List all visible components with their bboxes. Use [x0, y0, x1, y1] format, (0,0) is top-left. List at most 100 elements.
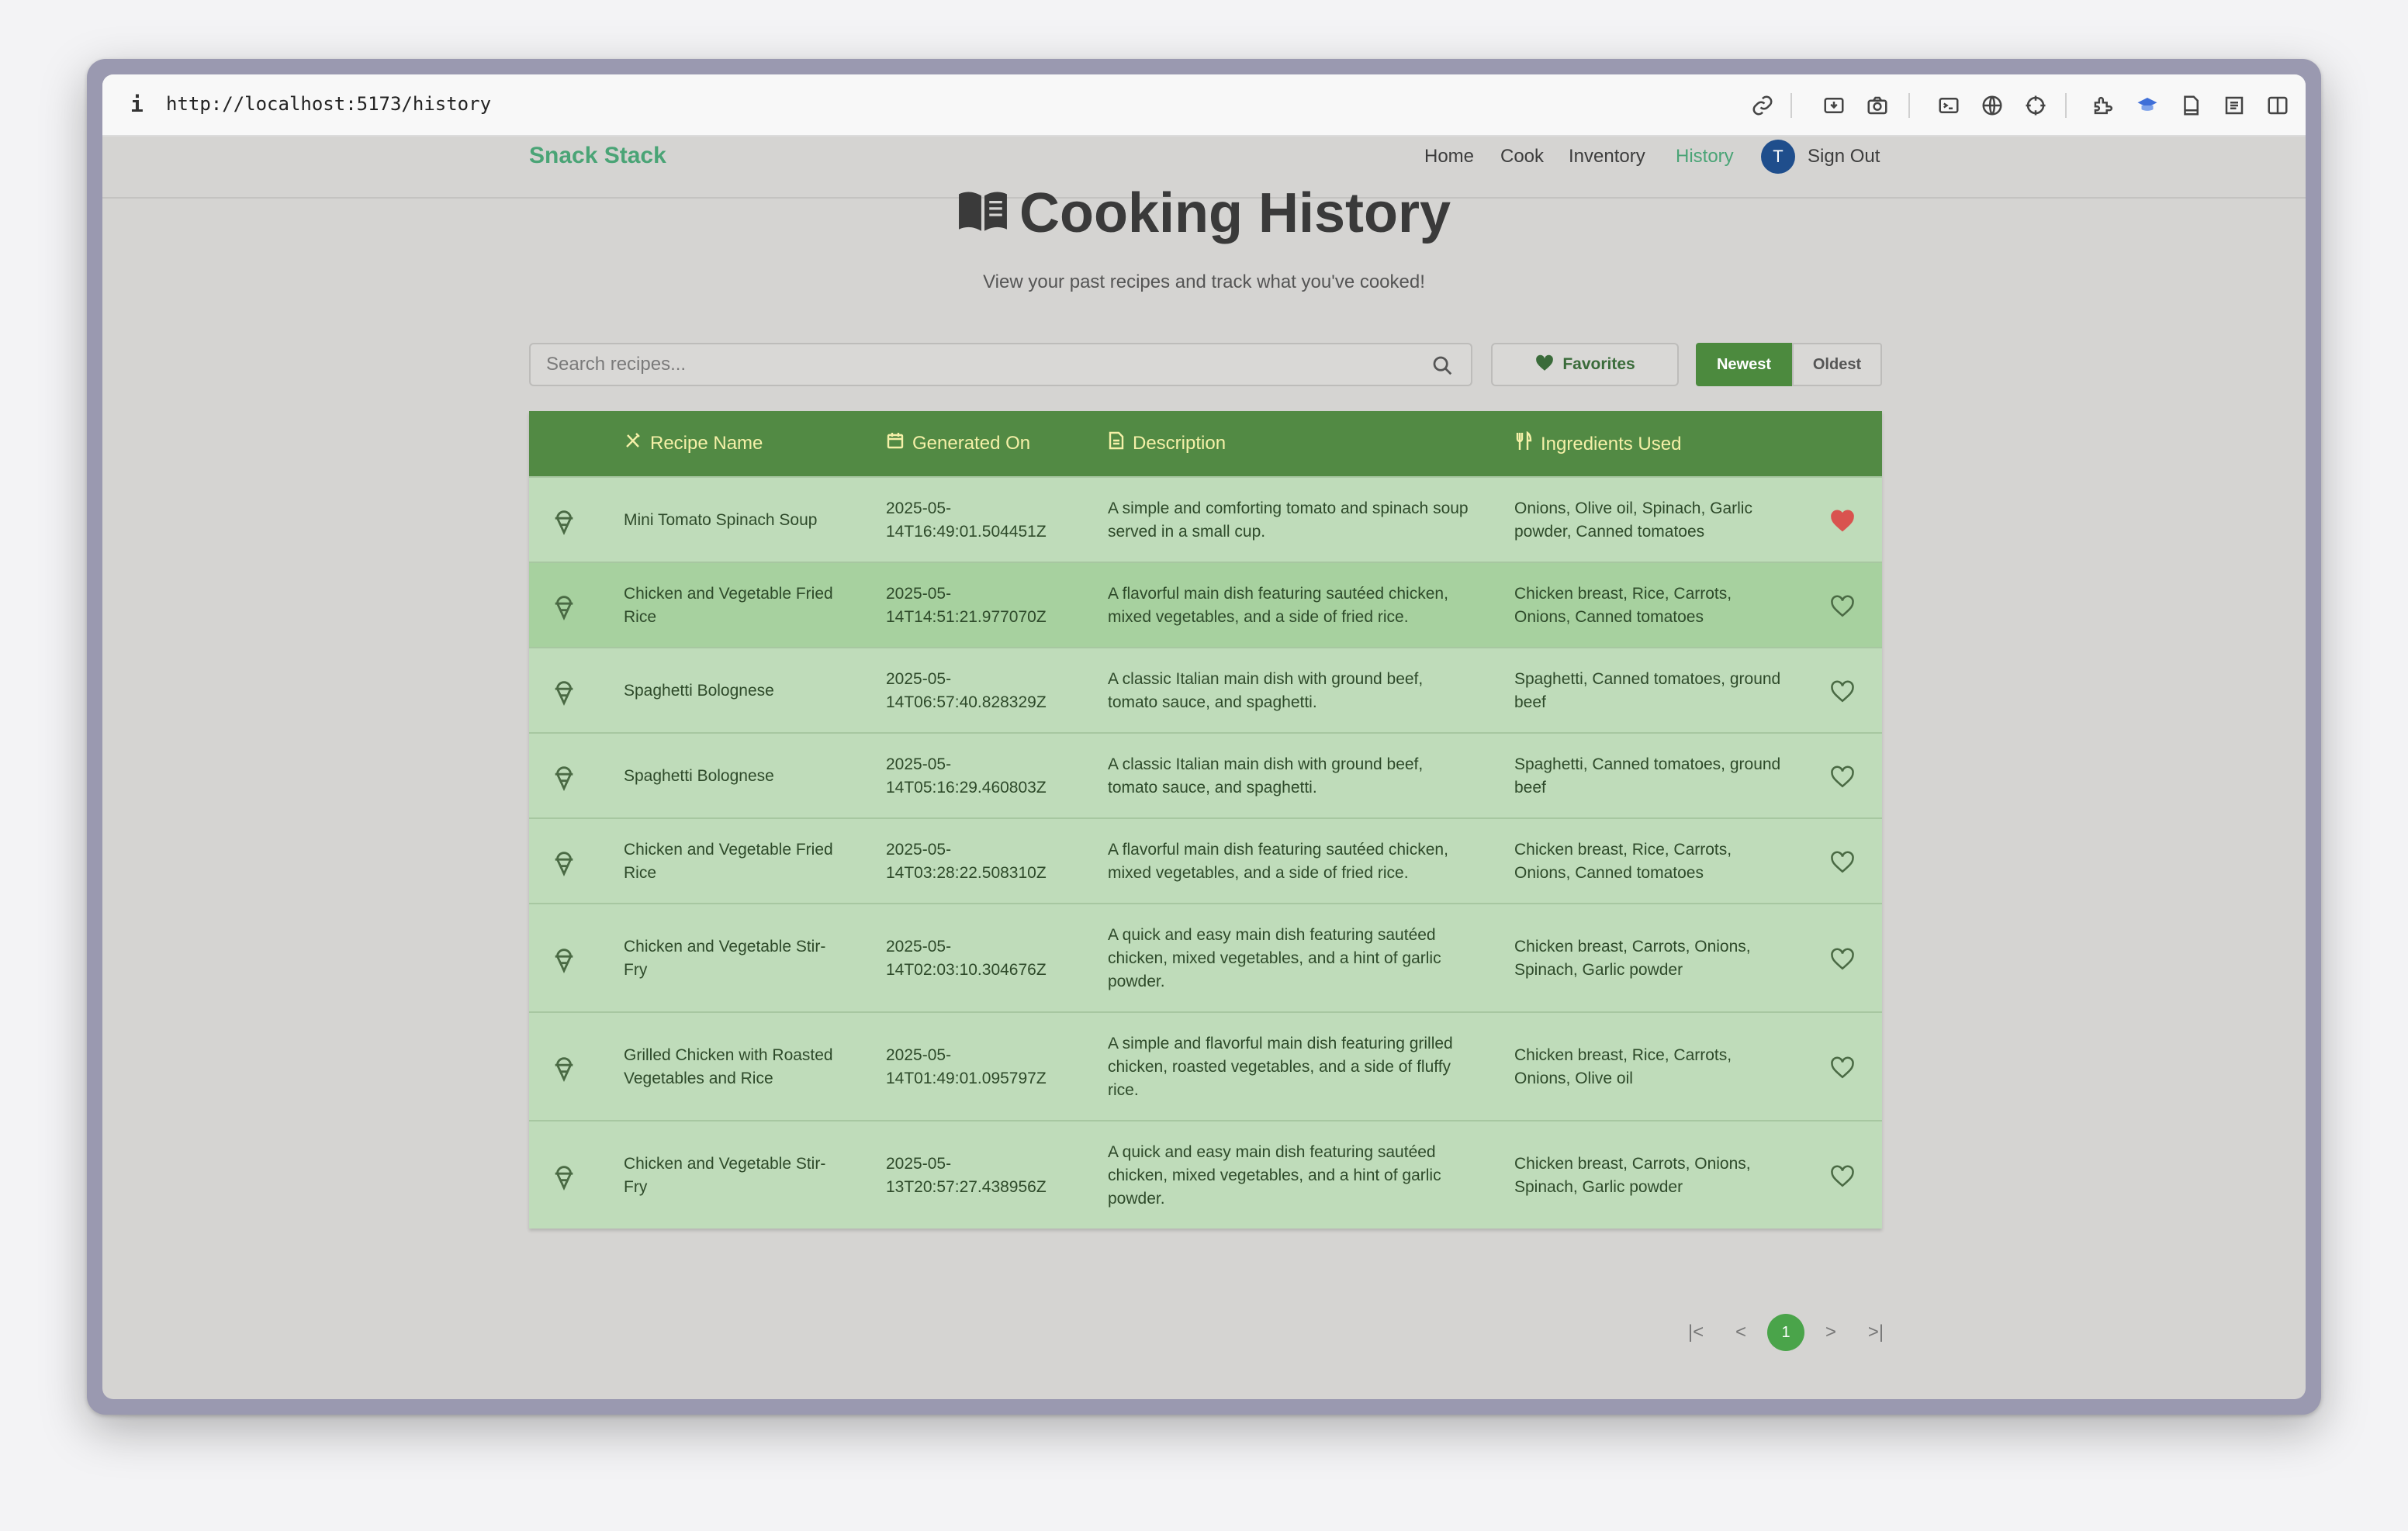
generated-on-line: 13T20:57:27.438956Z	[886, 1178, 1047, 1196]
ice-cream-icon	[551, 944, 577, 980]
ingredients-line: Spinach, Garlic powder	[1514, 961, 1683, 979]
nav-home[interactable]: Home	[1424, 146, 1474, 168]
table-header: Recipe Name Generated On Description Ing…	[529, 411, 1882, 476]
ingredients-line: beef	[1514, 779, 1546, 797]
generated-on-line: 14T05:16:29.460803Z	[886, 779, 1047, 797]
header-generated-on[interactable]: Generated On	[886, 431, 1030, 455]
ingredients: Chicken breast, Rice, Carrots, Onions, Ol…	[1514, 1044, 1809, 1090]
favorite-heart-icon[interactable]	[1829, 849, 1856, 881]
recipe-name-line: Fry	[624, 961, 648, 979]
toolbar-divider	[1790, 93, 1792, 118]
sort-newest-button[interactable]: Newest	[1696, 343, 1792, 386]
fork-knife-icon	[1514, 430, 1533, 457]
generated-on-line: 2025-05-	[886, 1155, 952, 1173]
header-ingredients-used[interactable]: Ingredients Used	[1514, 430, 1681, 457]
ingredients: Onions, Olive oil, Spinach, Garlic powder…	[1514, 497, 1809, 544]
ingredients-line: powder, Canned tomatoes	[1514, 523, 1705, 541]
description-line: chicken, roasted vegetables, and a side …	[1108, 1058, 1451, 1076]
recipe-name-line: Rice	[624, 864, 657, 882]
first-page-button[interactable]: |<	[1677, 1314, 1714, 1351]
description-line: A simple and flavorful main dish featuri…	[1108, 1035, 1453, 1052]
generated-on: 2025-05- 14T02:03:10.304676Z	[886, 935, 1072, 982]
description-line: A classic Italian main dish with ground …	[1108, 755, 1424, 773]
document-icon[interactable]	[2175, 90, 2206, 121]
search-input[interactable]	[531, 344, 1471, 385]
file-text-icon	[1108, 431, 1125, 455]
table-body: Mini Tomato Spinach Soup 2025-05- 14T16:49…	[529, 476, 1882, 1229]
address-bar[interactable]: i http://localhost:5173/history	[102, 74, 2306, 137]
ingredients-line: Spinach, Garlic powder	[1514, 1178, 1683, 1196]
sort-oldest-button[interactable]: Oldest	[1792, 343, 1882, 386]
header-recipe-name[interactable]: Recipe Name	[624, 431, 763, 455]
nav-inventory[interactable]: Inventory	[1569, 146, 1645, 168]
generated-on-line: 2025-05-	[886, 670, 952, 688]
description: A classic Italian main dish with ground …	[1108, 668, 1496, 714]
avatar[interactable]: T	[1761, 140, 1795, 174]
recipe-name-line: Vegetables and Rice	[624, 1070, 773, 1087]
description-line: tomato sauce, and spaghetti.	[1108, 779, 1317, 797]
ingredients-line: Chicken breast, Rice, Carrots,	[1514, 1046, 1732, 1064]
table-row[interactable]: Grilled Chicken with Roasted Vegetables a…	[529, 1011, 1882, 1120]
favorite-heart-icon[interactable]	[1829, 1055, 1856, 1087]
toolbar-divider	[1908, 93, 1910, 118]
toolbar-divider	[2065, 93, 2067, 118]
favorite-heart-icon-filled[interactable]	[1829, 508, 1856, 540]
ingredients-line: beef	[1514, 693, 1546, 711]
download-page-icon[interactable]	[1818, 90, 1849, 121]
favorite-heart-icon[interactable]	[1829, 764, 1856, 796]
next-page-button[interactable]: >	[1812, 1314, 1849, 1351]
link-icon[interactable]	[1747, 90, 1778, 121]
favorite-heart-icon[interactable]	[1829, 593, 1856, 625]
ingredients-line: Chicken breast, Rice, Carrots,	[1514, 585, 1732, 603]
sign-out-link[interactable]: Sign Out	[1808, 146, 1880, 168]
description-line: powder.	[1108, 1190, 1165, 1208]
site-info-icon[interactable]: i	[130, 92, 144, 117]
description: A simple and comforting tomato and spina…	[1108, 497, 1496, 544]
favorites-filter-button[interactable]: Favorites	[1491, 343, 1679, 386]
generated-on-line: 14T01:49:01.095797Z	[886, 1070, 1047, 1087]
generated-on-line: 2025-05-	[886, 841, 952, 859]
favorite-heart-icon[interactable]	[1829, 679, 1856, 710]
url-text[interactable]: http://localhost:5173/history	[166, 93, 491, 115]
header-label: Description	[1133, 432, 1226, 454]
description: A flavorful main dish featuring sautéed …	[1108, 838, 1496, 885]
search-icon[interactable]	[1431, 354, 1454, 381]
crosshair-icon[interactable]	[2020, 90, 2051, 121]
ingredients: Chicken breast, Carrots, Onions, Spinach,…	[1514, 935, 1809, 982]
camera-icon[interactable]	[1862, 90, 1893, 121]
table-row[interactable]: Chicken and Vegetable Fried Rice 2025-05- 1…	[529, 562, 1882, 647]
nav-cook[interactable]: Cook	[1500, 146, 1544, 168]
description-line: rice.	[1108, 1081, 1139, 1099]
graduation-cap-icon[interactable]	[2132, 90, 2163, 121]
ingredients-line: Onions, Olive oil, Spinach, Garlic	[1514, 499, 1752, 517]
table-row[interactable]: Spaghetti Bolognese 2025-05- 14T06:57:40.8…	[529, 647, 1882, 732]
table-row[interactable]: Chicken and Vegetable Fried Rice 2025-05- 1…	[529, 817, 1882, 903]
table-row[interactable]: Mini Tomato Spinach Soup 2025-05- 14T16:49…	[529, 476, 1882, 562]
page-1-button[interactable]: 1	[1767, 1314, 1804, 1351]
recipe-name: Chicken and Vegetable Fried Rice	[624, 582, 856, 629]
ice-cream-icon	[551, 506, 577, 542]
ice-cream-icon	[551, 676, 577, 713]
brand-logo[interactable]: Snack Stack	[529, 143, 666, 169]
favorite-heart-icon[interactable]	[1829, 946, 1856, 978]
recipe-name-line: Chicken and Vegetable Stir-	[624, 938, 826, 956]
prev-page-button[interactable]: <	[1722, 1314, 1759, 1351]
ice-cream-icon	[551, 847, 577, 883]
terminal-icon[interactable]	[1933, 90, 1964, 121]
table-row[interactable]: Chicken and Vegetable Stir- Fry 2025-05- 14…	[529, 903, 1882, 1011]
table-row[interactable]: Spaghetti Bolognese 2025-05- 14T05:16:29.4…	[529, 732, 1882, 817]
split-view-icon[interactable]	[2262, 90, 2293, 121]
table-row[interactable]: Chicken and Vegetable Stir- Fry 2025-05- 13…	[529, 1120, 1882, 1229]
ingredients-line: Spaghetti, Canned tomatoes, ground	[1514, 670, 1781, 688]
extensions-icon[interactable]	[2088, 90, 2119, 121]
last-page-button[interactable]: >|	[1857, 1314, 1894, 1351]
description-line: A flavorful main dish featuring sautéed …	[1108, 585, 1448, 603]
description-line: A quick and easy main dish featuring sau…	[1108, 1143, 1436, 1161]
description-line: mixed vegetables, and a side of fried ri…	[1108, 608, 1409, 626]
ingredients-line: Onions, Canned tomatoes	[1514, 608, 1704, 626]
favorite-heart-icon[interactable]	[1829, 1163, 1856, 1195]
nav-history[interactable]: History	[1676, 146, 1734, 168]
reader-icon[interactable]	[2219, 90, 2250, 121]
header-description[interactable]: Description	[1108, 431, 1226, 455]
globe-icon[interactable]	[1977, 90, 2008, 121]
